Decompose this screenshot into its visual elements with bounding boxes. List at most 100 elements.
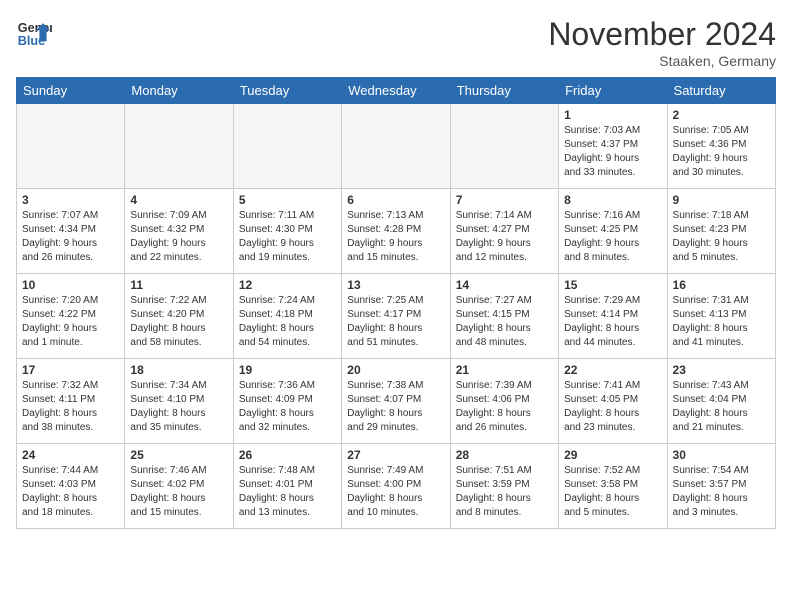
day-cell: 14Sunrise: 7:27 AM Sunset: 4:15 PM Dayli… (450, 274, 558, 359)
day-number: 11 (130, 278, 227, 292)
day-info: Sunrise: 7:25 AM Sunset: 4:17 PM Dayligh… (347, 294, 444, 350)
day-info: Sunrise: 7:36 AM Sunset: 4:09 PM Dayligh… (239, 379, 336, 435)
day-cell (233, 104, 341, 189)
day-cell: 22 Sunrise: 7:41 AM Sunset: 4:05 PM Dayli… (559, 359, 667, 444)
day-cell: 21 Sunrise: 7:39 AM Sunset: 4:06 PM Dayli… (450, 359, 558, 444)
day-number: 13 (347, 278, 444, 292)
day-number: 24 (22, 448, 119, 462)
week-row-3: 10 Sunrise: 7:20 AM Sunset: 4:22 PM Dayli… (17, 274, 776, 359)
day-cell (17, 104, 125, 189)
day-cell (125, 104, 233, 189)
day-cell (450, 104, 558, 189)
day-cell: 8 Sunrise: 7:16 AM Sunset: 4:25 PM Daylig… (559, 189, 667, 274)
day-number: 5 (239, 193, 336, 207)
day-number: 2 (673, 108, 770, 122)
day-info: Sunrise: 7:31 AM Sunset: 4:13 PM Dayligh… (673, 294, 770, 350)
day-cell: 4 Sunrise: 7:09 AM Sunset: 4:32 PM Daylig… (125, 189, 233, 274)
week-row-1: 1 Sunrise: 7:03 AM Sunset: 4:37 PM Daylig… (17, 104, 776, 189)
day-cell: 15Sunrise: 7:29 AM Sunset: 4:14 PM Dayli… (559, 274, 667, 359)
day-cell: 16 Sunrise: 7:31 AM Sunset: 4:13 PM Dayli… (667, 274, 775, 359)
day-info: Sunrise: 7:41 AM Sunset: 4:05 PM Dayligh… (564, 379, 661, 435)
day-info: Sunrise: 7:05 AM Sunset: 4:36 PM Dayligh… (673, 124, 770, 180)
day-cell: 24 Sunrise: 7:44 AM Sunset: 4:03 PM Dayli… (17, 444, 125, 529)
week-row-2: 3 Sunrise: 7:07 AM Sunset: 4:34 PM Daylig… (17, 189, 776, 274)
title-area: November 2024 Staaken, Germany (548, 16, 776, 69)
day-cell: 7Sunrise: 7:14 AM Sunset: 4:27 PM Daylig… (450, 189, 558, 274)
header-row: SundayMondayTuesdayWednesdayThursdayFrid… (17, 78, 776, 104)
day-number: 19 (239, 363, 336, 377)
month-title: November 2024 (548, 16, 776, 53)
location: Staaken, Germany (548, 53, 776, 69)
day-cell: 12Sunrise: 7:24 AM Sunset: 4:18 PM Dayli… (233, 274, 341, 359)
day-header-thursday: Thursday (450, 78, 558, 104)
day-header-sunday: Sunday (17, 78, 125, 104)
day-cell: 10 Sunrise: 7:20 AM Sunset: 4:22 PM Dayli… (17, 274, 125, 359)
day-info: Sunrise: 7:22 AM Sunset: 4:20 PM Dayligh… (130, 294, 227, 350)
day-info: Sunrise: 7:39 AM Sunset: 4:06 PM Dayligh… (456, 379, 553, 435)
day-header-wednesday: Wednesday (342, 78, 450, 104)
day-cell: 27 Sunrise: 7:49 AM Sunset: 4:00 PM Dayli… (342, 444, 450, 529)
day-cell: 19 Sunrise: 7:36 AM Sunset: 4:09 PM Dayli… (233, 359, 341, 444)
day-number: 6 (347, 193, 444, 207)
day-number: 8 (564, 193, 661, 207)
day-number: 21 (456, 363, 553, 377)
day-info: Sunrise: 7:46 AM Sunset: 4:02 PM Dayligh… (130, 464, 227, 520)
day-cell: 29 Sunrise: 7:52 AM Sunset: 3:58 PM Dayli… (559, 444, 667, 529)
day-header-monday: Monday (125, 78, 233, 104)
day-info: Sunrise: 7:49 AM Sunset: 4:00 PM Dayligh… (347, 464, 444, 520)
day-cell: 6Sunrise: 7:13 AM Sunset: 4:28 PM Daylig… (342, 189, 450, 274)
day-number: 26 (239, 448, 336, 462)
day-number: 3 (22, 193, 119, 207)
day-number: 1 (564, 108, 661, 122)
day-info: Sunrise: 7:29 AM Sunset: 4:14 PM Dayligh… (564, 294, 661, 350)
day-number: 25 (130, 448, 227, 462)
logo: General Blue (16, 16, 52, 52)
day-info: Sunrise: 7:09 AM Sunset: 4:32 PM Dayligh… (130, 209, 227, 265)
day-number: 12 (239, 278, 336, 292)
week-row-4: 17 Sunrise: 7:32 AM Sunset: 4:11 PM Dayli… (17, 359, 776, 444)
day-number: 27 (347, 448, 444, 462)
day-number: 23 (673, 363, 770, 377)
day-info: Sunrise: 7:20 AM Sunset: 4:22 PM Dayligh… (22, 294, 119, 350)
day-info: Sunrise: 7:54 AM Sunset: 3:57 PM Dayligh… (673, 464, 770, 520)
day-info: Sunrise: 7:07 AM Sunset: 4:34 PM Dayligh… (22, 209, 119, 265)
day-cell: 2 Sunrise: 7:05 AM Sunset: 4:36 PM Daylig… (667, 104, 775, 189)
day-info: Sunrise: 7:44 AM Sunset: 4:03 PM Dayligh… (22, 464, 119, 520)
day-info: Sunrise: 7:03 AM Sunset: 4:37 PM Dayligh… (564, 124, 661, 180)
day-number: 14 (456, 278, 553, 292)
day-info: Sunrise: 7:51 AM Sunset: 3:59 PM Dayligh… (456, 464, 553, 520)
day-cell: 9Sunrise: 7:18 AM Sunset: 4:23 PM Daylig… (667, 189, 775, 274)
day-cell: 26 Sunrise: 7:48 AM Sunset: 4:01 PM Dayli… (233, 444, 341, 529)
day-number: 17 (22, 363, 119, 377)
calendar-table: SundayMondayTuesdayWednesdayThursdayFrid… (16, 77, 776, 529)
day-cell: 30 Sunrise: 7:54 AM Sunset: 3:57 PM Dayli… (667, 444, 775, 529)
week-row-5: 24 Sunrise: 7:44 AM Sunset: 4:03 PM Dayli… (17, 444, 776, 529)
day-number: 20 (347, 363, 444, 377)
day-number: 22 (564, 363, 661, 377)
day-number: 16 (673, 278, 770, 292)
day-info: Sunrise: 7:16 AM Sunset: 4:25 PM Dayligh… (564, 209, 661, 265)
day-cell: 23 Sunrise: 7:43 AM Sunset: 4:04 PM Dayli… (667, 359, 775, 444)
header: General Blue November 2024 Staaken, Germ… (16, 16, 776, 69)
day-number: 4 (130, 193, 227, 207)
day-info: Sunrise: 7:43 AM Sunset: 4:04 PM Dayligh… (673, 379, 770, 435)
day-cell: 28 Sunrise: 7:51 AM Sunset: 3:59 PM Dayli… (450, 444, 558, 529)
day-info: Sunrise: 7:48 AM Sunset: 4:01 PM Dayligh… (239, 464, 336, 520)
day-number: 30 (673, 448, 770, 462)
day-cell: 25 Sunrise: 7:46 AM Sunset: 4:02 PM Dayli… (125, 444, 233, 529)
day-number: 28 (456, 448, 553, 462)
day-cell: 17 Sunrise: 7:32 AM Sunset: 4:11 PM Dayli… (17, 359, 125, 444)
day-info: Sunrise: 7:14 AM Sunset: 4:27 PM Dayligh… (456, 209, 553, 265)
day-info: Sunrise: 7:11 AM Sunset: 4:30 PM Dayligh… (239, 209, 336, 265)
day-header-friday: Friday (559, 78, 667, 104)
day-cell (342, 104, 450, 189)
day-cell: 18Sunrise: 7:34 AM Sunset: 4:10 PM Dayli… (125, 359, 233, 444)
day-cell: 13 Sunrise: 7:25 AM Sunset: 4:17 PM Dayli… (342, 274, 450, 359)
day-cell: 1 Sunrise: 7:03 AM Sunset: 4:37 PM Daylig… (559, 104, 667, 189)
day-number: 10 (22, 278, 119, 292)
day-info: Sunrise: 7:32 AM Sunset: 4:11 PM Dayligh… (22, 379, 119, 435)
day-number: 29 (564, 448, 661, 462)
day-info: Sunrise: 7:18 AM Sunset: 4:23 PM Dayligh… (673, 209, 770, 265)
day-info: Sunrise: 7:52 AM Sunset: 3:58 PM Dayligh… (564, 464, 661, 520)
day-header-tuesday: Tuesday (233, 78, 341, 104)
